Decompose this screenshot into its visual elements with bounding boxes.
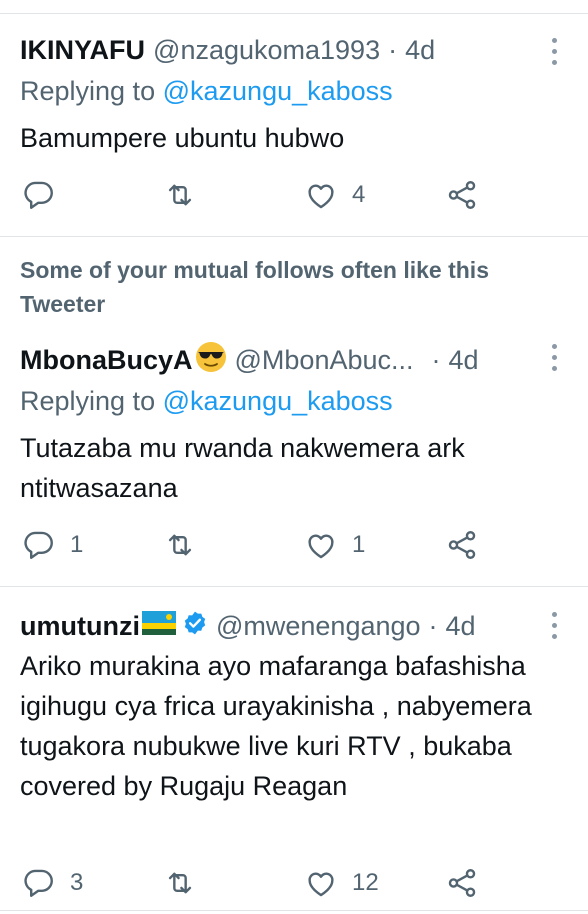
like-count: 4 [352,181,366,208]
tweet-3[interactable]: umutunzi @mwenengango · 4d Ariko murakin… [0,588,588,914]
share-button[interactable] [445,175,479,215]
separator-dot: · [431,344,441,375]
replying-prefix: Replying to [20,76,156,106]
heart-icon [308,872,334,897]
suggestion-label: Some of your mutual follows often like t… [20,257,489,317]
replying-mention[interactable]: @kazungu_kaboss [163,386,393,416]
tweet-2[interactable]: MbonaBucyA @MbonAbuc... · 4d Replying to… [0,330,588,584]
display-name[interactable]: IKINYAFU [20,35,145,66]
timestamp[interactable]: 4d [449,345,479,376]
share-icon [448,181,476,209]
tweet-actions: 3 12 [0,863,588,903]
replying-mention[interactable]: @kazungu_kaboss [163,76,393,106]
user-handle[interactable]: @MbonAbuc... [235,345,414,376]
retweet-icon [168,534,192,556]
tweet-actions: 4 [0,175,588,215]
like-button[interactable]: 4 [304,175,365,215]
more-icon[interactable] [550,612,558,639]
reply-button[interactable]: 3 [22,863,83,903]
separator-dot: · [388,34,398,65]
rwanda-flag-icon [141,610,176,642]
retweet-icon [168,184,192,206]
tweet-header: IKINYAFU @nzagukoma1993 · 4d [20,32,568,68]
tweet-text: Bamumpere ubuntu hubwo [20,123,345,153]
tweet-text: Ariko murakina ayo mafaranga bafashisha … [20,651,532,801]
like-count: 1 [352,531,366,558]
like-button[interactable]: 1 [304,525,365,565]
tweet-header: MbonaBucyA @MbonAbuc... · 4d [20,341,568,380]
user-handle[interactable]: @mwenengango [216,611,421,642]
retweet-button[interactable] [163,863,211,903]
reply-count: 1 [70,531,84,558]
reply-button[interactable] [22,175,70,215]
user-handle[interactable]: @nzagukoma1993 [153,35,380,66]
tweet-divider [0,586,588,587]
display-name[interactable]: umutunzi [20,611,140,642]
retweet-button[interactable] [163,525,211,565]
heart-icon [308,184,334,209]
reply-icon [24,181,53,209]
timestamp[interactable]: 4d [405,35,435,66]
share-icon [448,869,476,897]
tweet-1[interactable]: IKINYAFU @nzagukoma1993 · 4d Replying to… [0,0,588,236]
retweet-button[interactable] [163,175,211,215]
share-button[interactable] [445,863,479,903]
replying-prefix: Replying to [20,386,156,416]
timestamp[interactable]: 4d [446,611,476,642]
share-icon [448,531,476,559]
display-name[interactable]: MbonaBucyA [20,345,193,376]
like-count: 12 [352,869,379,896]
replying-to: Replying to @kazungu_kaboss [20,76,393,107]
replying-to: Replying to @kazungu_kaboss [20,386,393,417]
reply-button[interactable]: 1 [22,525,83,565]
tweet-header: umutunzi @mwenengango · 4d [20,608,568,644]
like-button[interactable]: 12 [304,863,379,903]
reply-icon [24,531,53,559]
share-button[interactable] [445,525,479,565]
tweet-divider [0,236,588,237]
more-icon[interactable] [550,344,558,371]
tweet-text: Tutazaba mu rwanda nakwemera ark ntitwas… [20,433,465,503]
tweet-actions: 1 1 [0,525,588,565]
bottom-divider [0,910,588,911]
heart-icon [308,534,334,559]
reply-count: 3 [70,869,84,896]
retweet-icon [168,872,192,894]
sunglasses-emoji-icon [195,341,227,380]
reply-icon [24,869,53,897]
verified-badge-icon [182,610,208,643]
separator-dot: · [428,610,438,641]
more-icon[interactable] [550,38,558,65]
